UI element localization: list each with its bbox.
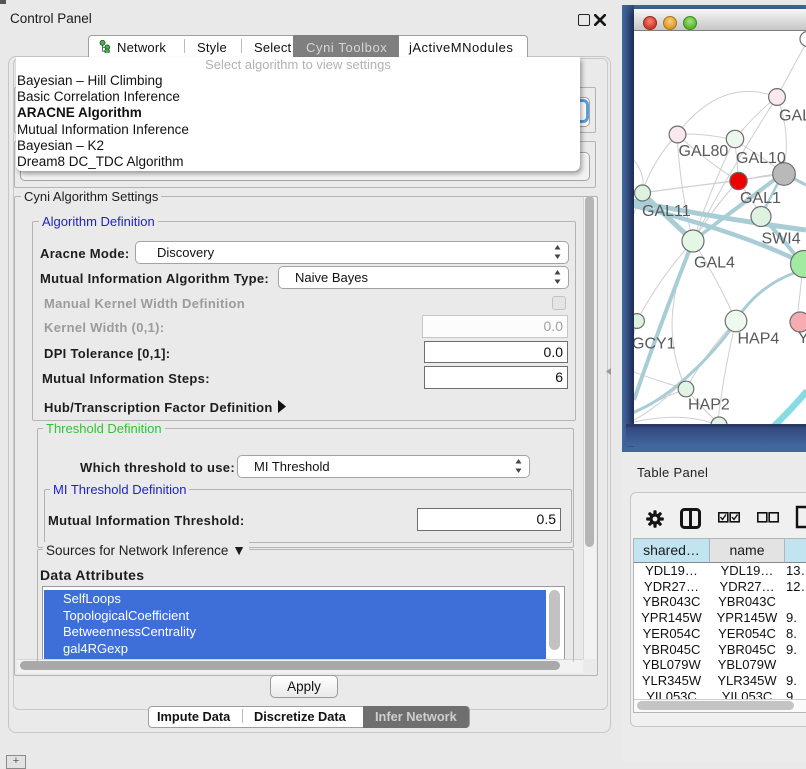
svg-text:HAP4: HAP4 xyxy=(738,331,780,348)
svg-text:Y: Y xyxy=(798,330,806,347)
svg-text:GAL11: GAL11 xyxy=(642,203,691,220)
svg-text:GCY1: GCY1 xyxy=(634,336,676,353)
svg-text:GAL4: GAL4 xyxy=(694,255,735,272)
svg-text:GAL7: GAL7 xyxy=(779,108,806,125)
svg-text:GAL1: GAL1 xyxy=(740,190,781,207)
svg-text:SWI4: SWI4 xyxy=(762,231,801,248)
svg-text:GAL80: GAL80 xyxy=(679,143,729,160)
svg-text:HAP2: HAP2 xyxy=(688,397,730,414)
svg-text:GAL10: GAL10 xyxy=(736,150,786,167)
